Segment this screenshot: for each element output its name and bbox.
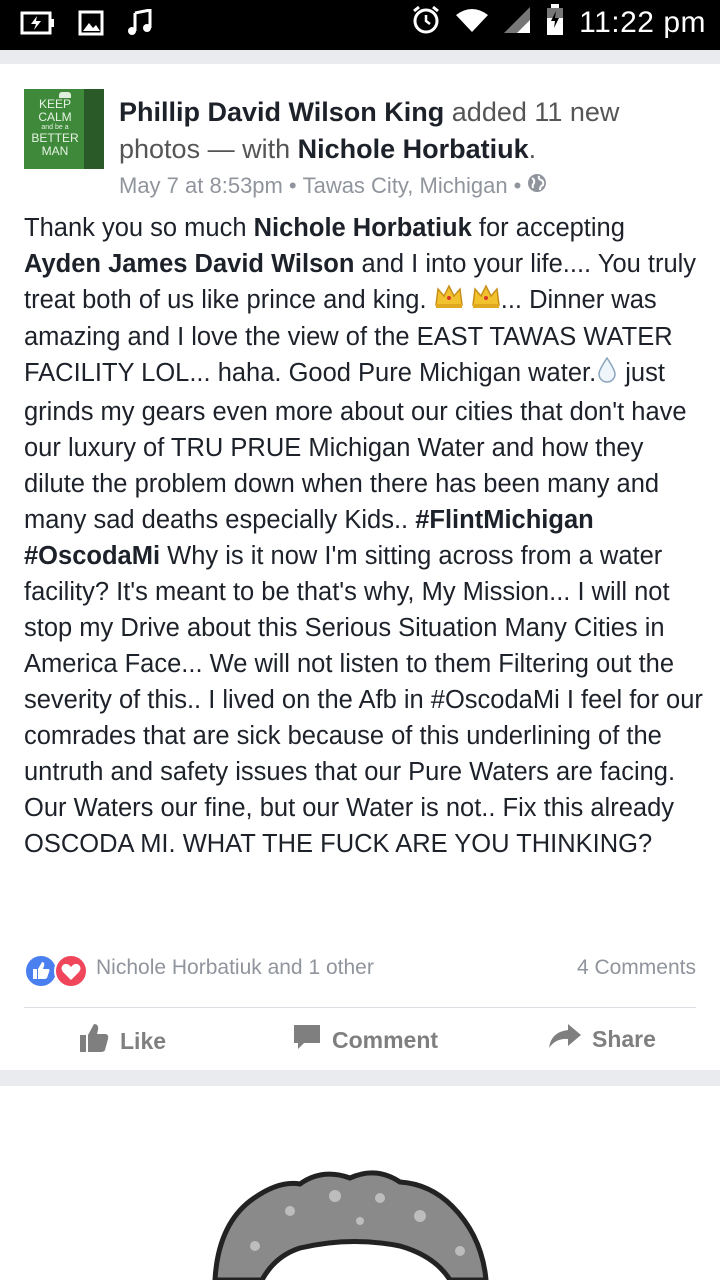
status-left-icons <box>20 8 152 42</box>
avatar[interactable]: KEEP CALM and be a BETTER MAN <box>24 89 104 169</box>
share-button[interactable]: Share <box>548 1022 656 1056</box>
crown-emoji-icon <box>434 283 464 319</box>
post-location[interactable]: Tawas City, Michigan <box>303 170 508 202</box>
status-right-icons: 11:22 pm <box>411 4 706 41</box>
like-button[interactable]: Like <box>78 1022 166 1060</box>
post-headline: Phillip David Wilson King added 11 new p… <box>119 97 620 164</box>
post-meta: May 7 at 8:53pm • Tawas City, Michigan • <box>119 170 699 202</box>
alarm-icon <box>411 5 441 40</box>
thumbs-up-icon <box>78 1022 110 1060</box>
battery-icon <box>545 4 565 41</box>
image-icon <box>78 10 104 41</box>
comment-icon <box>292 1022 322 1058</box>
like-reaction-icon <box>24 954 58 993</box>
reactions-bar[interactable]: Nichole Horbatiuk and 1 other 4 Comments <box>24 952 696 990</box>
music-note-icon <box>126 8 152 42</box>
droplet-emoji-icon <box>596 356 618 394</box>
reaction-names[interactable]: Nichole Horbatiuk and 1 other <box>96 956 374 980</box>
comments-count[interactable]: 4 Comments <box>577 956 696 980</box>
post-date[interactable]: May 7 at 8:53pm <box>119 170 283 202</box>
action-bar: Like Comment Share <box>0 1014 720 1064</box>
meta-separator: • <box>288 173 297 198</box>
share-arrow-icon <box>548 1022 582 1056</box>
author-name[interactable]: Phillip David Wilson King <box>119 97 444 127</box>
post-header: Phillip David Wilson King added 11 new p… <box>119 94 699 202</box>
hashtag-flintmichigan[interactable]: #FlintMichigan <box>415 506 594 534</box>
post-card: KEEP CALM and be a BETTER MAN Phillip Da… <box>0 64 720 1070</box>
avatar-figure <box>84 89 104 169</box>
cell-signal-icon <box>503 6 531 39</box>
wifi-icon <box>455 7 489 38</box>
status-bar: 11:22 pm <box>0 0 720 50</box>
love-reaction-icon <box>54 954 88 993</box>
mention-nichole[interactable]: Nichole Horbatiuk <box>254 214 472 242</box>
hashtag-oscodami[interactable]: #OscodaMi <box>24 542 160 570</box>
reaction-icons <box>24 954 94 988</box>
meta-separator: • <box>513 173 522 198</box>
mention-ayden[interactable]: Ayden James David Wilson <box>24 250 354 278</box>
globe-icon <box>527 170 547 202</box>
next-post-card <box>0 1086 720 1280</box>
status-time: 11:22 pm <box>579 5 706 39</box>
comment-button[interactable]: Comment <box>292 1022 438 1058</box>
tagged-user[interactable]: Nichole Horbatiuk <box>298 134 529 164</box>
battery-charging-icon <box>20 10 56 41</box>
avatar-text: KEEP CALM and be a BETTER MAN <box>31 97 79 158</box>
post-body: Thank you so much Nichole Horbatiuk for … <box>24 214 703 858</box>
crown-emoji-icon <box>471 283 501 319</box>
divider <box>24 1007 696 1008</box>
